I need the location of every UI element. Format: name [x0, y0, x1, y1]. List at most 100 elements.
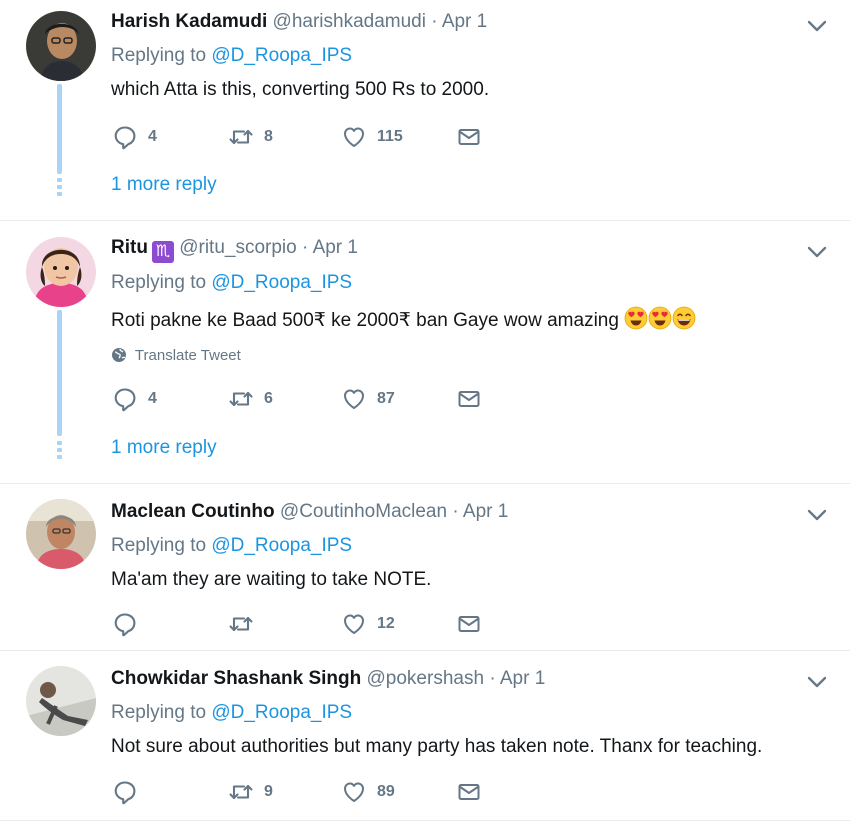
tweet-text: Not sure about authorities but many part…: [111, 736, 763, 757]
like-button[interactable]: 89: [341, 779, 395, 805]
reply-count: 4: [148, 390, 157, 407]
tweet-text: which Atta is this, converting 500 Rs to…: [111, 79, 490, 100]
separator-dot: ·: [489, 668, 496, 689]
like-count: 87: [377, 390, 395, 407]
retweet-icon: [228, 779, 254, 805]
separator-dot: ·: [302, 237, 309, 258]
retweet-count: 6: [264, 390, 273, 407]
like-icon: [341, 779, 367, 805]
display-name[interactable]: Maclean Coutinho: [111, 501, 275, 522]
reply-button[interactable]: 4: [112, 124, 157, 150]
like-button[interactable]: 87: [341, 386, 395, 412]
scorpio-sign-icon: ♏: [151, 241, 174, 263]
reply-button[interactable]: [112, 611, 148, 637]
display-name[interactable]: Ritu: [111, 237, 148, 258]
thread-line: [57, 84, 62, 174]
like-count: 89: [377, 783, 395, 800]
direct-message-icon: [456, 124, 482, 150]
display-name[interactable]: Chowkidar Shashank Singh: [111, 668, 361, 689]
direct-message-icon: [456, 386, 482, 412]
retweet-count: 9: [264, 783, 273, 800]
replying-to: Replying to @D_Roopa_IPS: [111, 272, 352, 294]
globe-icon: [112, 348, 126, 362]
replying-label: Replying to: [111, 702, 207, 723]
retweet-icon: [228, 611, 254, 637]
like-count: 115: [377, 128, 403, 145]
avatar[interactable]: [26, 237, 96, 307]
more-reply-link[interactable]: 1 more reply: [111, 437, 217, 459]
retweet-button[interactable]: 8: [228, 124, 273, 150]
retweet-button[interactable]: [228, 611, 264, 637]
direct-message-button[interactable]: [456, 611, 482, 637]
avatar[interactable]: [26, 666, 96, 736]
avatar[interactable]: [26, 11, 96, 81]
direct-message-button[interactable]: [456, 779, 482, 805]
replying-label: Replying to: [111, 535, 207, 556]
more-reply-link[interactable]: 1 more reply: [111, 174, 217, 196]
divider: [0, 820, 850, 821]
reply-count: 4: [148, 128, 157, 145]
reply-icon: [112, 611, 138, 637]
tweet-header: Maclean Coutinho @CoutinhoMaclean · Apr …: [111, 501, 508, 523]
tweet-date[interactable]: Apr 1: [313, 237, 358, 258]
avatar[interactable]: [26, 499, 96, 569]
tweet-text: Ma'am they are waiting to take NOTE.: [111, 569, 432, 590]
reply-icon: [112, 386, 138, 412]
tweet-item[interactable]: Maclean Coutinho @CoutinhoMaclean · Apr …: [0, 484, 850, 650]
tweet-header: Ritu ♏ @ritu_scorpio · Apr 1: [111, 237, 358, 263]
like-icon: [341, 611, 367, 637]
tweet-header: Chowkidar Shashank Singh @pokershash · A…: [111, 668, 545, 690]
mention-link[interactable]: @D_Roopa_IPS: [211, 272, 352, 293]
tweet-date[interactable]: Apr 1: [463, 501, 508, 522]
retweet-icon: [228, 386, 254, 412]
user-handle[interactable]: @ritu_scorpio: [179, 237, 297, 258]
thread-dots: [57, 441, 62, 462]
retweet-button[interactable]: 9: [228, 779, 273, 805]
like-icon: [341, 124, 367, 150]
replying-label: Replying to: [111, 45, 207, 66]
direct-message-icon: [456, 779, 482, 805]
mention-link[interactable]: @D_Roopa_IPS: [211, 702, 352, 723]
reply-icon: [112, 779, 138, 805]
tweet-item[interactable]: Chowkidar Shashank Singh @pokershash · A…: [0, 651, 850, 823]
chevron-down-icon[interactable]: [806, 245, 828, 259]
mention-link[interactable]: @D_Roopa_IPS: [211, 45, 352, 66]
tweet-date[interactable]: Apr 1: [442, 11, 487, 32]
tweet-text-content: Roti pakne ke Baad 500₹ ke 2000₹ ban Gay…: [111, 310, 619, 331]
chevron-down-icon[interactable]: [806, 675, 828, 689]
replying-to: Replying to @D_Roopa_IPS: [111, 535, 352, 557]
direct-message-button[interactable]: [456, 124, 482, 150]
retweet-icon: [228, 124, 254, 150]
tweet-text: Roti pakne ke Baad 500₹ ke 2000₹ ban Gay…: [111, 306, 696, 332]
separator-dot: ·: [431, 11, 438, 32]
replying-to: Replying to @D_Roopa_IPS: [111, 45, 352, 67]
mention-link[interactable]: @D_Roopa_IPS: [211, 535, 352, 556]
heart-eyes-emoji: [648, 306, 672, 330]
retweet-button[interactable]: 6: [228, 386, 273, 412]
reply-button[interactable]: [112, 779, 148, 805]
reply-icon: [112, 124, 138, 150]
user-handle[interactable]: @pokershash: [367, 668, 485, 689]
chevron-down-icon[interactable]: [806, 508, 828, 522]
tweet-item[interactable]: Harish Kadamudi @harishkadamudi · Apr 1 …: [0, 0, 850, 220]
like-button[interactable]: 115: [341, 124, 403, 150]
separator-dot: ·: [452, 501, 459, 522]
tweet-date[interactable]: Apr 1: [500, 668, 545, 689]
like-icon: [341, 386, 367, 412]
replying-to: Replying to @D_Roopa_IPS: [111, 702, 352, 724]
replying-label: Replying to: [111, 272, 207, 293]
chevron-down-icon[interactable]: [806, 19, 828, 33]
translate-label: Translate Tweet: [134, 347, 241, 364]
tweet-item[interactable]: Ritu ♏ @ritu_scorpio · Apr 1 Replying to …: [0, 221, 850, 483]
like-button[interactable]: 12: [341, 611, 395, 637]
thread-dots: [57, 178, 62, 199]
user-handle[interactable]: @CoutinhoMaclean: [280, 501, 447, 522]
grinning-emoji: [672, 306, 696, 330]
reply-button[interactable]: 4: [112, 386, 157, 412]
user-handle[interactable]: @harishkadamudi: [273, 11, 426, 32]
display-name[interactable]: Harish Kadamudi: [111, 11, 267, 32]
direct-message-button[interactable]: [456, 386, 482, 412]
translate-tweet-link[interactable]: Translate Tweet: [111, 347, 241, 364]
direct-message-icon: [456, 611, 482, 637]
thread-line: [57, 310, 62, 436]
